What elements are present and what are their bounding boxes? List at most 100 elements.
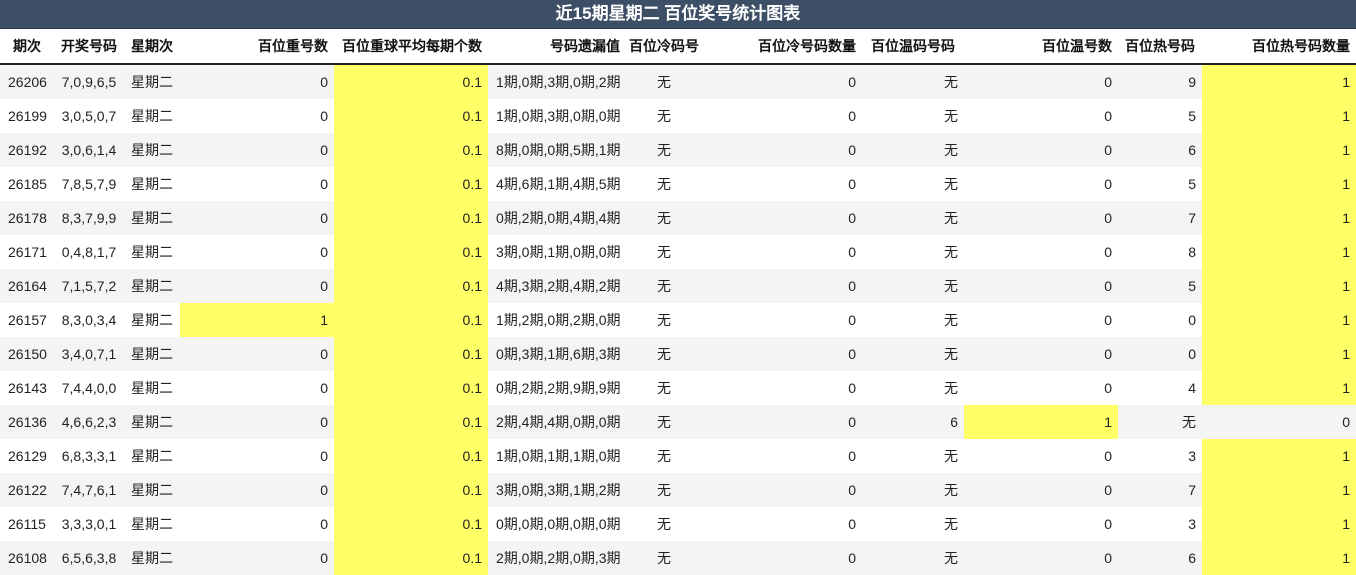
cell-repeat: 0 [180,541,334,575]
col-header-warm[interactable]: 百位温码号码 [862,29,964,65]
col-header-cold-count[interactable]: 百位冷号码数量 [702,29,862,65]
table-row[interactable]: 26192 3,0,6,1,4 星期二 0 0.1 8期,0期,0期,5期,1期无 0 无 0 6… [0,133,1356,167]
cell-cold-count: 0 [702,507,862,541]
cell-warm: 无 [862,507,964,541]
cell-repeat: 0 [180,133,334,167]
cell-issue: 26108 [0,541,54,575]
cell-cold: 无 [626,371,702,405]
table-row[interactable]: 26185 7,8,5,7,9 星期二 0 0.1 4期,6期,1期,4期,5期无 0 无 0 5… [0,167,1356,201]
cell-hot-count: 1 [1202,99,1356,133]
cell-hot-count: 1 [1202,133,1356,167]
cell-repeat-avg: 0.1 [334,269,488,303]
table-row[interactable]: 26178 8,3,7,9,9 星期二 0 0.1 0期,2期,0期,4期,4期无 0 无 0 7… [0,201,1356,235]
cell-miss: 2期,0期,2期,0期,3期 [488,541,626,575]
cell-numbers: 3,4,0,7,1 [54,337,124,371]
cell-miss: 0期,0期,0期,0期,0期 [488,507,626,541]
cell-cold-count: 0 [702,439,862,473]
cell-hot-count: 1 [1202,269,1356,303]
cell-warm-count: 0 [964,439,1118,473]
cell-cold-count: 0 [702,99,862,133]
cell-cold: 无 [626,133,702,167]
cell-warm-count: 0 [964,473,1118,507]
cell-numbers: 7,4,4,0,0 [54,371,124,405]
col-header-hot[interactable]: 百位热号码 [1118,29,1202,65]
cell-repeat: 0 [180,235,334,269]
cell-repeat: 0 [180,473,334,507]
col-header-hot-count[interactable]: 百位热号码数量 [1202,29,1356,65]
cell-hot: 9 [1118,64,1202,99]
table-row[interactable]: 26122 7,4,7,6,1 星期二 0 0.1 3期,0期,3期,1期,2期无 0 无 0 7… [0,473,1356,507]
cell-hot-count: 1 [1202,439,1356,473]
col-header-repeat-avg[interactable]: 百位重球平均每期个数 [334,29,488,65]
cell-issue: 26136 [0,405,54,439]
table-row[interactable]: 26171 0,4,8,1,7 星期二 0 0.1 3期,0期,1期,0期,0期无 0 无 0 8… [0,235,1356,269]
col-header-cold[interactable]: 百位冷码号 [626,29,702,65]
cell-hot: 0 [1118,303,1202,337]
cell-repeat-avg: 0.1 [334,541,488,575]
cell-warm-count: 0 [964,201,1118,235]
cell-issue: 26171 [0,235,54,269]
cell-weekday: 星期二 [124,507,180,541]
cell-warm-count: 0 [964,99,1118,133]
cell-repeat-avg: 0.1 [334,201,488,235]
cell-weekday: 星期二 [124,167,180,201]
table-row[interactable]: 26115 3,3,3,0,1 星期二 0 0.1 0期,0期,0期,0期,0期无 0 无 0 3… [0,507,1356,541]
cell-repeat: 0 [180,64,334,99]
cell-weekday: 星期二 [124,337,180,371]
col-header-numbers[interactable]: 开奖号码 [54,29,124,65]
cell-warm: 无 [862,99,964,133]
table-row[interactable]: 26143 7,4,4,0,0 星期二 0 0.1 0期,2期,2期,9期,9期无 0 无 0 4… [0,371,1356,405]
cell-hot-count: 1 [1202,473,1356,507]
cell-hot: 4 [1118,371,1202,405]
table-body: 26206 7,0,9,6,5 星期二 0 0.1 1期,0期,3期,0期,2期无 0 无 0 9… [0,64,1356,575]
cell-warm-count: 0 [964,64,1118,99]
cell-miss: 0期,2期,0期,4期,4期 [488,201,626,235]
cell-hot: 5 [1118,269,1202,303]
cell-cold-count: 0 [702,235,862,269]
cell-hot: 0 [1118,337,1202,371]
cell-hot-count: 0 [1202,405,1356,439]
col-header-miss[interactable]: 号码遗漏值 [488,29,626,65]
cell-weekday: 星期二 [124,133,180,167]
cell-repeat: 0 [180,507,334,541]
cell-hot: 6 [1118,541,1202,575]
cell-hot: 7 [1118,473,1202,507]
cell-cold-count: 0 [702,64,862,99]
cell-repeat: 0 [180,269,334,303]
cell-miss: 4期,6期,1期,4期,5期 [488,167,626,201]
cell-hot: 无 [1118,405,1202,439]
cell-issue: 26164 [0,269,54,303]
cell-cold-count: 0 [702,405,862,439]
cell-weekday: 星期二 [124,64,180,99]
cell-cold: 无 [626,269,702,303]
table-row[interactable]: 26206 7,0,9,6,5 星期二 0 0.1 1期,0期,3期,0期,2期无 0 无 0 9… [0,64,1356,99]
col-header-weekday[interactable]: 星期次 [124,29,180,65]
cell-repeat-avg: 0.1 [334,439,488,473]
cell-cold-count: 0 [702,133,862,167]
cell-hot: 3 [1118,439,1202,473]
col-header-issue[interactable]: 期次 [0,29,54,65]
cell-warm: 无 [862,269,964,303]
cell-hot-count: 1 [1202,371,1356,405]
col-header-repeat[interactable]: 百位重号数 [180,29,334,65]
col-header-warm-count[interactable]: 百位温号数 [964,29,1118,65]
table-row[interactable]: 26150 3,4,0,7,1 星期二 0 0.1 0期,3期,1期,6期,3期无 0 无 0 0… [0,337,1356,371]
table-row[interactable]: 26157 8,3,0,3,4 星期二 1 0.1 1期,2期,0期,2期,0期无 0 无 0 0… [0,303,1356,337]
cell-cold: 无 [626,64,702,99]
table-row[interactable]: 26129 6,8,3,3,1 星期二 0 0.1 1期,0期,1期,1期,0期无 0 无 0 3… [0,439,1356,473]
cell-numbers: 7,4,7,6,1 [54,473,124,507]
cell-repeat-avg: 0.1 [334,473,488,507]
table-row[interactable]: 26164 7,1,5,7,2 星期二 0 0.1 4期,3期,2期,4期,2期无 0 无 0 5… [0,269,1356,303]
cell-miss: 4期,3期,2期,4期,2期 [488,269,626,303]
cell-issue: 26178 [0,201,54,235]
cell-hot: 8 [1118,235,1202,269]
cell-issue: 26185 [0,167,54,201]
cell-numbers: 7,1,5,7,2 [54,269,124,303]
table-row[interactable]: 26108 6,5,6,3,8 星期二 0 0.1 2期,0期,2期,0期,3期无 0 无 0 6… [0,541,1356,575]
cell-miss: 3期,0期,1期,0期,0期 [488,235,626,269]
cell-weekday: 星期二 [124,541,180,575]
cell-warm: 无 [862,541,964,575]
table-row[interactable]: 26199 3,0,5,0,7 星期二 0 0.1 1期,0期,3期,0期,0期无 0 无 0 5… [0,99,1356,133]
cell-numbers: 3,3,3,0,1 [54,507,124,541]
table-row[interactable]: 26136 4,6,6,2,3 星期二 0 0.1 2期,4期,4期,0期,0期无 0 6 1 无… [0,405,1356,439]
